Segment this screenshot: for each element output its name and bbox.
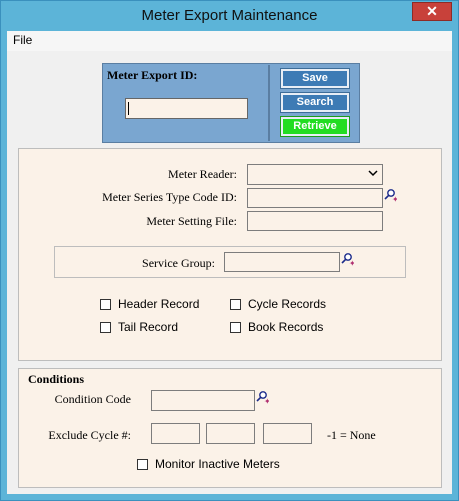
save-button[interactable]: Save: [280, 68, 350, 89]
exclude-cycle-input-2[interactable]: [206, 423, 255, 444]
meter-series-type-input[interactable]: [247, 188, 383, 208]
meter-export-id-panel: Meter Export ID: Save Search Retrieve: [102, 63, 360, 143]
svg-text:✦: ✦: [349, 259, 354, 266]
service-group-label: Service Group:: [142, 256, 215, 270]
close-icon: ✕: [426, 3, 438, 19]
service-group-input[interactable]: [224, 252, 340, 272]
menu-file[interactable]: File: [8, 33, 37, 47]
meter-reader-label: Meter Reader:: [168, 167, 237, 181]
meter-export-id-label: Meter Export ID:: [107, 68, 198, 82]
exclude-cycle-note: -1 = None: [327, 428, 376, 442]
condition-code-input[interactable]: [151, 390, 255, 411]
conditions-panel: Conditions Condition Code ✦ Exclude Cycl…: [18, 368, 442, 488]
cycle-records-label: Cycle Records: [248, 297, 327, 311]
lookup-icon[interactable]: ✦: [255, 390, 269, 404]
app-window: Meter Export Maintenance ✕ File Meter Ex…: [0, 0, 459, 501]
close-button[interactable]: ✕: [412, 2, 452, 21]
service-group-box: Service Group: ✦: [54, 246, 406, 278]
svg-text:✦: ✦: [264, 397, 269, 404]
meter-export-id-input[interactable]: [125, 98, 248, 119]
meter-export-id-group: Meter Export ID:: [104, 65, 270, 141]
text-caret: [128, 102, 129, 115]
cycle-records-checkbox[interactable]: [230, 299, 241, 310]
header-record-checkbox[interactable]: [100, 299, 111, 310]
lookup-icon[interactable]: ✦: [383, 188, 397, 202]
svg-text:✦: ✦: [392, 195, 397, 202]
title-bar[interactable]: Meter Export Maintenance ✕: [1, 1, 458, 31]
book-records-label: Book Records: [248, 320, 324, 334]
search-button[interactable]: Search: [280, 92, 350, 113]
exclude-cycle-input-1[interactable]: [151, 423, 200, 444]
monitor-inactive-checkbox[interactable]: [137, 459, 148, 470]
menu-bar: File: [7, 31, 452, 51]
tail-record-label: Tail Record: [118, 320, 179, 334]
exclude-cycle-label: Exclude Cycle #:: [48, 428, 131, 442]
monitor-inactive-label: Monitor Inactive Meters: [155, 457, 280, 471]
meter-setting-file-input[interactable]: [247, 211, 383, 231]
condition-code-label: Condition Code: [54, 392, 131, 406]
meter-reader-select[interactable]: [247, 164, 383, 185]
conditions-title: Conditions: [28, 372, 85, 386]
lookup-icon[interactable]: ✦: [340, 252, 354, 266]
meter-series-type-label: Meter Series Type Code ID:: [102, 190, 237, 204]
meter-settings-panel: Meter Reader: Meter Series Type Code ID:…: [18, 148, 442, 361]
meter-setting-file-label: Meter Setting File:: [146, 214, 237, 228]
chevron-down-icon: [368, 170, 378, 177]
header-record-label: Header Record: [118, 297, 200, 311]
client-area: File Meter Export ID: Save Search Retrie…: [7, 31, 452, 494]
retrieve-button[interactable]: Retrieve: [280, 116, 350, 137]
window-title: Meter Export Maintenance: [141, 7, 318, 24]
book-records-checkbox[interactable]: [230, 322, 241, 333]
exclude-cycle-input-3[interactable]: [263, 423, 312, 444]
tail-record-checkbox[interactable]: [100, 322, 111, 333]
